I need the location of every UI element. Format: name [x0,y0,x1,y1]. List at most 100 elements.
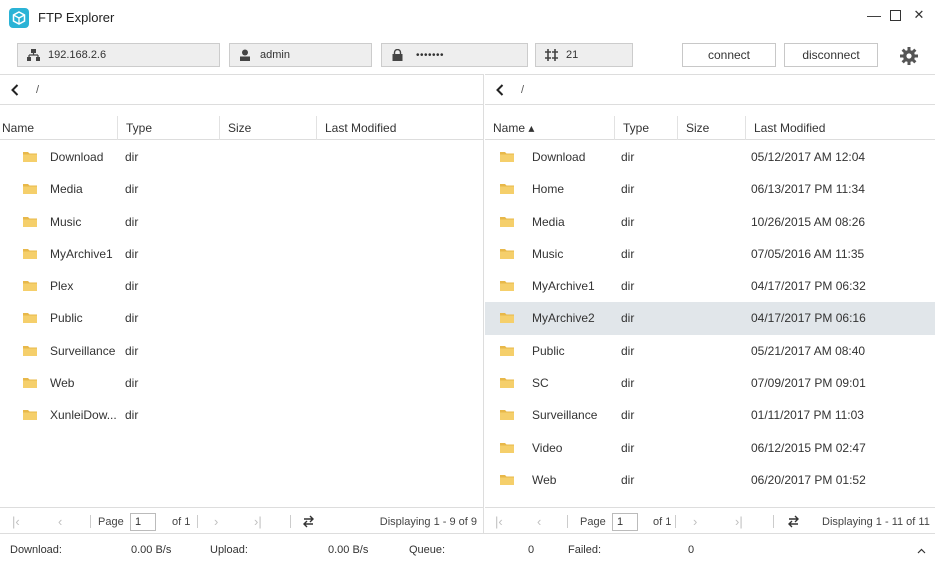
first-page-button[interactable]: |‹ [12,508,20,535]
page-number-input[interactable]: 1 [612,513,638,531]
file-type: dir [125,311,139,326]
password-field[interactable]: ••••••• [381,43,528,67]
file-name: MyArchive1 [532,279,595,294]
file-type: dir [621,376,635,391]
host-field[interactable]: 192.168.2.6 [17,43,220,67]
port-icon [544,48,558,62]
column-header-type[interactable]: Type [117,116,219,140]
file-type: dir [125,214,139,229]
file-name: Video [532,440,563,455]
file-modified: 10/26/2015 AM 08:26 [751,214,866,229]
file-type: dir [125,246,139,261]
file-name: Music [532,246,564,261]
table-row[interactable]: Media dir [0,173,483,205]
prev-page-button[interactable]: ‹ [537,508,541,535]
file-type: dir [621,150,635,164]
file-list: Download dir 05/12/2017 AM 12:04 Home dir 06/… [485,141,935,496]
table-row[interactable]: Download dir 05/12/2017 AM 12:04 [485,141,935,173]
username-value: admin [260,49,290,61]
settings-button[interactable] [898,45,920,67]
file-name: Public [50,311,83,326]
next-page-button[interactable]: › [214,508,218,535]
table-row[interactable]: Web dir [0,367,483,399]
file-modified: 07/09/2017 PM 09:01 [751,376,866,391]
column-header-modified[interactable]: Last Modified [745,116,935,140]
user-icon [238,48,252,62]
chevron-left-icon [496,83,504,96]
table-row[interactable]: Surveillance dir [0,335,483,367]
file-modified: 05/12/2017 AM 12:04 [751,150,866,164]
table-row[interactable]: Download dir [0,141,483,173]
connect-button[interactable]: connect [682,43,776,67]
last-page-button[interactable]: ›| [254,508,262,535]
last-page-button[interactable]: ›| [735,508,743,535]
table-header: Name Type Size Last Modified [0,116,483,140]
folder-icon [23,410,37,421]
back-button[interactable] [485,75,515,105]
table-row[interactable]: MyArchive1 dir 04/17/2017 PM 06:32 [485,270,935,302]
table-row[interactable]: Surveillance dir 01/11/2017 PM 11:03 [485,399,935,431]
prev-page-button[interactable]: ‹ [58,508,62,535]
folder-icon [23,184,37,195]
table-row[interactable]: Video dir 06/12/2015 PM 02:47 [485,432,935,464]
close-button[interactable]: ✕ [904,4,934,26]
back-button[interactable] [0,75,30,105]
refresh-button[interactable] [787,508,800,535]
queue-count: 0 [528,544,535,556]
first-page-button[interactable]: |‹ [495,508,503,535]
network-icon [26,48,40,62]
table-row[interactable]: MyArchive1 dir [0,238,483,270]
file-name: Public [532,343,565,358]
path-bar: / [485,75,935,105]
column-header-size[interactable]: Size [219,116,316,140]
file-name: Download [532,150,586,164]
column-header-name[interactable]: Name [0,116,117,140]
page-number-input[interactable]: 1 [130,513,156,531]
table-row[interactable]: Music dir 07/05/2016 AM 11:35 [485,238,935,270]
file-type: dir [621,214,635,229]
app-title: FTP Explorer [38,10,115,25]
expand-button[interactable] [917,534,926,566]
column-header-modified[interactable]: Last Modified [316,116,484,140]
table-row[interactable]: SC dir 07/09/2017 PM 09:01 [485,367,935,399]
folder-icon [500,184,514,195]
file-name: Plex [50,279,74,294]
port-field[interactable]: 21 [535,43,633,67]
table-row[interactable]: Public dir [0,302,483,334]
column-header-size[interactable]: Size [677,116,745,140]
table-row[interactable]: Plex dir [0,270,483,302]
file-modified: 06/12/2015 PM 02:47 [751,440,866,455]
column-header-name[interactable]: Name ▴ [485,116,614,140]
table-row[interactable]: Media dir 10/26/2015 AM 08:26 [485,206,935,238]
table-row[interactable]: Music dir [0,206,483,238]
table-row[interactable]: Home dir 06/13/2017 PM 11:34 [485,173,935,205]
folder-icon [23,216,37,227]
file-name: Media [532,214,565,229]
file-type: dir [125,279,139,294]
folder-icon [500,216,514,227]
file-name: Download [50,150,104,164]
table-row[interactable]: MyArchive2 dir 04/17/2017 PM 06:16 [485,302,935,335]
file-name: Web [50,376,75,391]
page-count: of 1 [172,515,191,528]
remote-file-panel: / Name ▴ Type Size Last Modified Downloa… [485,74,935,533]
file-type: dir [621,472,635,487]
lock-icon [390,48,404,62]
table-row[interactable]: XunleiDow... dir [0,399,483,431]
maximize-icon [889,9,901,21]
table-row[interactable]: Public dir 05/21/2017 AM 08:40 [485,335,935,367]
refresh-button[interactable] [302,508,315,535]
file-type: dir [621,343,635,358]
folder-icon [500,410,514,421]
next-page-button[interactable]: › [693,508,697,535]
file-name: SC [532,376,549,391]
file-type: dir [621,440,635,455]
host-value: 192.168.2.6 [48,49,107,61]
port-value: 21 [566,49,579,61]
app-logo-icon [9,8,29,28]
table-row[interactable]: Web dir 06/20/2017 PM 01:52 [485,464,935,496]
file-name: Home [532,182,565,197]
column-header-type[interactable]: Type [614,116,677,140]
disconnect-button[interactable]: disconnect [784,43,878,67]
username-field[interactable]: admin [229,43,372,67]
